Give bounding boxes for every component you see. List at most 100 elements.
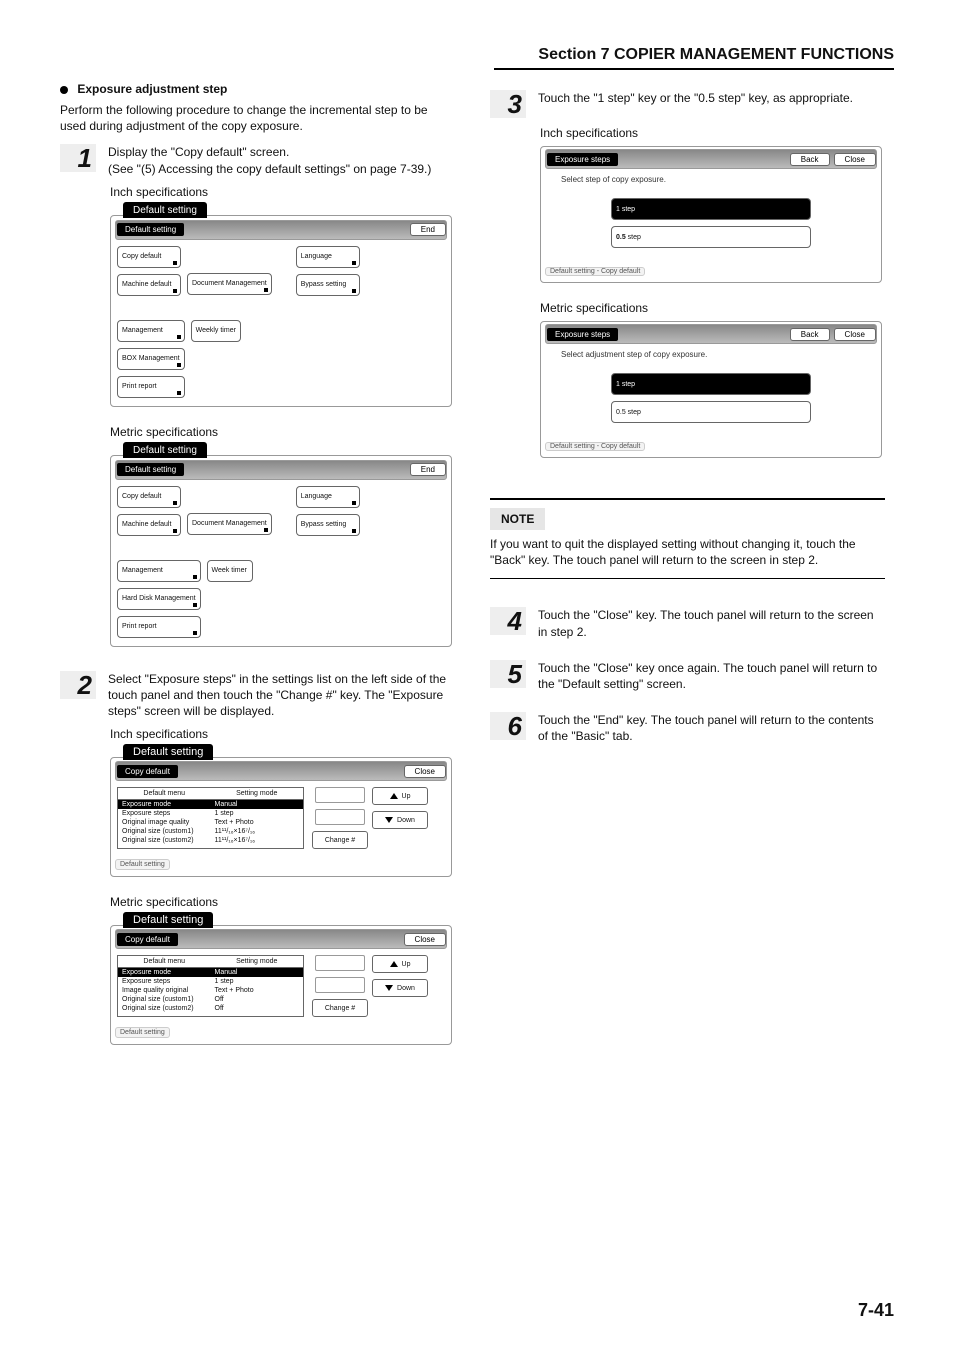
up-button[interactable]: Up: [372, 955, 428, 973]
triangle-up-icon: [390, 793, 398, 799]
panel-title-bar: Default setting End: [115, 460, 447, 480]
change-button[interactable]: Change #: [312, 831, 368, 849]
table-row: Original size (custom1)Off: [118, 995, 303, 1004]
step-3: 3 Touch the "1 step" key or the "0.5 ste…: [490, 90, 885, 118]
down-button[interactable]: Down: [372, 979, 428, 997]
document-mgmt-button[interactable]: Document Management: [187, 273, 272, 295]
language-button[interactable]: Language: [296, 486, 360, 508]
panel-instruction: Select step of copy exposure.: [541, 171, 881, 188]
triangle-down-icon: [385, 817, 393, 823]
one-step-button[interactable]: 1 step: [611, 373, 811, 395]
bypass-button[interactable]: Bypass setting: [296, 274, 360, 296]
col-header-mode: Setting mode: [211, 956, 304, 968]
print-report-button[interactable]: Print report: [117, 376, 185, 398]
heading-text: Exposure adjustment step: [77, 82, 227, 96]
half-step-button[interactable]: 0.5 step: [611, 401, 811, 423]
step5-text: Touch the "Close" key once again. The to…: [538, 660, 885, 692]
document-mgmt-button[interactable]: Document Management: [187, 513, 272, 535]
box-mgmt-button[interactable]: BOX Management: [117, 348, 185, 370]
hdd-mgmt-button[interactable]: Hard Disk Management: [117, 588, 201, 610]
step4-text: Touch the "Close" key. The touch panel w…: [538, 607, 885, 639]
panel-foot: Default setting: [115, 859, 170, 870]
step6-text: Touch the "End" key. The touch panel wil…: [538, 712, 885, 744]
close-button[interactable]: Close: [404, 933, 446, 946]
copy-default-button[interactable]: Copy default: [117, 486, 181, 508]
weekly-timer-button[interactable]: Weekly timer: [191, 320, 241, 342]
bar-label: Default setting: [117, 463, 184, 476]
week-timer-button[interactable]: Week timer: [207, 560, 253, 582]
note-label: NOTE: [490, 508, 545, 530]
back-button[interactable]: Back: [790, 328, 830, 341]
end-button[interactable]: End: [410, 223, 446, 236]
step-number: 1: [60, 144, 96, 172]
up-button[interactable]: Up: [372, 787, 428, 805]
table-row: Exposure steps1 step: [118, 809, 303, 818]
step-number: 6: [490, 712, 526, 740]
one-step-button[interactable]: 1 step: [611, 198, 811, 220]
step-number: 4: [490, 607, 526, 635]
panel-tab: Default setting: [123, 744, 213, 760]
language-button[interactable]: Language: [296, 246, 360, 268]
triangle-down-icon: [385, 985, 393, 991]
bypass-button[interactable]: Bypass setting: [296, 514, 360, 536]
table-row: Exposure modeManual: [118, 968, 303, 977]
bar-label: Copy default: [117, 933, 178, 946]
table-row: Original size (custom1)11¹¹/₁₆×16⁷/₁₆: [118, 827, 303, 836]
copy-default-button[interactable]: Copy default: [117, 246, 181, 268]
step-number: 5: [490, 660, 526, 688]
step-6: 6 Touch the "End" key. The touch panel w…: [490, 712, 885, 744]
step1-line1: Display the "Copy default" screen.: [108, 144, 431, 160]
panel-foot: Default setting - Copy default: [545, 267, 645, 276]
print-report-button[interactable]: Print report: [117, 616, 201, 638]
bar-label: Exposure steps: [547, 328, 618, 341]
panel-title-bar: Exposure steps Back Close: [545, 149, 877, 169]
table-row: Original size (custom2)11¹¹/₁₆×16⁷/₁₆: [118, 836, 303, 845]
copy-default-list-panel-metric: Default setting Copy default Close Defau…: [110, 925, 452, 1045]
panel-tab: Default setting: [123, 912, 213, 928]
col-header-mode: Setting mode: [211, 788, 304, 800]
table-row: Exposure modeManual: [118, 800, 303, 809]
metric-spec-label: Metric specifications: [110, 425, 455, 439]
down-button[interactable]: Down: [372, 811, 428, 829]
note-box: NOTE If you want to quit the displayed s…: [490, 508, 885, 568]
settings-list[interactable]: Default menu Setting mode Exposure modeM…: [117, 787, 304, 849]
close-button[interactable]: Close: [834, 328, 876, 341]
bar-label: Default setting: [117, 223, 184, 236]
step-5: 5 Touch the "Close" key once again. The …: [490, 660, 885, 692]
step-number: 3: [490, 90, 526, 118]
close-button[interactable]: Close: [404, 765, 446, 778]
scroll-bar[interactable]: [315, 787, 365, 803]
panel-title-bar: Exposure steps Back Close: [545, 324, 877, 344]
triangle-up-icon: [390, 961, 398, 967]
col-header-menu: Default menu: [118, 956, 211, 968]
management-button[interactable]: Management: [117, 560, 201, 582]
table-row: Image quality originalText + Photo: [118, 986, 303, 995]
header-rule: [494, 68, 894, 70]
panel-tab: Default setting: [123, 442, 207, 458]
bar-label: Copy default: [117, 765, 178, 778]
panel-title-bar: Copy default Close: [115, 929, 447, 949]
panel-foot: Default setting: [115, 1027, 170, 1038]
machine-default-button[interactable]: Machine default: [117, 514, 181, 536]
scroll-bar[interactable]: [315, 977, 365, 993]
default-setting-panel-inch: Default setting Default setting End Copy…: [110, 215, 452, 407]
change-button[interactable]: Change #: [312, 999, 368, 1017]
back-button[interactable]: Back: [790, 153, 830, 166]
half-step-button[interactable]: 0.5 step: [611, 226, 811, 248]
end-button[interactable]: End: [410, 463, 446, 476]
separator: [490, 578, 885, 580]
machine-default-button[interactable]: Machine default: [117, 274, 181, 296]
exposure-steps-panel-inch: Exposure steps Back Close Select step of…: [540, 146, 882, 283]
step1-line2: (See "(5) Accessing the copy default set…: [108, 161, 431, 177]
step-number: 2: [60, 671, 96, 699]
management-button[interactable]: Management: [117, 320, 185, 342]
close-button[interactable]: Close: [834, 153, 876, 166]
panel-title-bar: Copy default Close: [115, 761, 447, 781]
inch-spec-label: Inch specifications: [110, 185, 455, 199]
settings-list[interactable]: Default menu Setting mode Exposure modeM…: [117, 955, 304, 1017]
default-setting-panel-metric: Default setting Default setting End Copy…: [110, 455, 452, 647]
section-heading: Exposure adjustment step: [60, 82, 455, 96]
scroll-bar[interactable]: [315, 955, 365, 971]
scroll-bar[interactable]: [315, 809, 365, 825]
inch-spec-label-3: Inch specifications: [540, 126, 885, 140]
